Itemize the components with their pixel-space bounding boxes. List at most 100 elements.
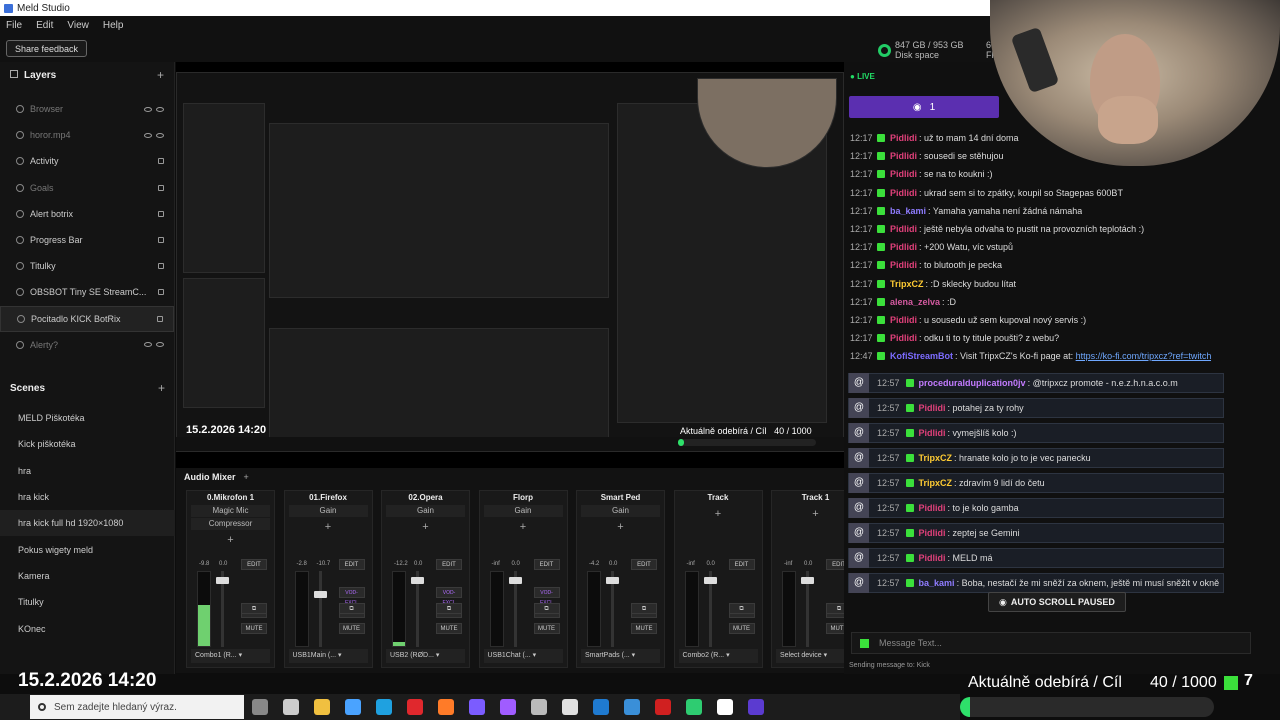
add-effect-button[interactable]: + [675,505,762,523]
message-user[interactable]: Pidlidi [919,528,946,538]
message-user[interactable]: alena_zelva [890,296,940,308]
visibility-icon[interactable] [156,106,164,112]
app-icon[interactable] [655,699,671,715]
fader-knob[interactable] [216,576,229,584]
add-scene-button[interactable]: + [158,381,165,395]
lock-icon[interactable] [158,158,164,165]
lock-icon[interactable] [158,263,164,270]
auto-scroll-paused-button[interactable]: ◉ AUTO SCROLL PAUSED [988,592,1126,612]
scene-item[interactable]: MELD Piškotéka [0,405,175,431]
channel-name[interactable]: Smart Ped [577,491,664,505]
visibility-icon[interactable] [156,132,164,138]
menu-help[interactable]: Help [103,20,124,31]
channel-name[interactable]: 01.Firefox [285,491,372,505]
scene-item[interactable]: hra [0,458,175,484]
message-user[interactable]: Pidlidi [890,150,917,162]
channel-name[interactable]: Track [675,491,762,505]
app-icon[interactable] [717,699,733,715]
channel-name[interactable]: 0.Mikrofon 1 [187,491,274,505]
scene-item[interactable]: KOnec [0,615,175,641]
scene-item[interactable]: Kamera [0,563,175,589]
channel-name[interactable]: 02.Opera [382,491,469,505]
edit-button[interactable]: EDIT [241,559,267,570]
app-icon[interactable] [593,699,609,715]
chat-message-card[interactable]: @12:57 TripxCZ: zdravím 9 lidí do četu [848,473,1224,494]
add-effect-button[interactable]: + [285,518,372,536]
mention-icon[interactable]: @ [849,498,869,519]
message-user[interactable]: Pidlidi [919,428,946,438]
chat-message-card[interactable]: @12:57 ba_kami: Boba, nestačí že mi sněží… [848,573,1224,594]
app-icon[interactable] [500,699,516,715]
scene-item[interactable]: Pokus wigety meld [0,536,175,562]
mute-button[interactable]: MUTE [826,623,844,634]
volume-fader[interactable] [411,571,424,647]
message-user[interactable]: TripxCZ [919,453,953,463]
channel-effect[interactable]: Gain [483,505,563,517]
mention-icon[interactable]: @ [849,473,869,494]
link-icon[interactable]: ⧉ [728,603,755,614]
message-user[interactable]: Pidlidi [890,332,917,344]
task-view-icon[interactable] [252,699,268,715]
volume-fader[interactable] [703,571,717,647]
link-icon[interactable]: ⧉ [631,603,657,614]
message-user[interactable]: KofiStreamBot [890,350,953,362]
scene-item[interactable]: Titulky [0,589,175,615]
add-effect-button[interactable]: + [382,518,469,536]
message-user[interactable]: Pidlidi [919,553,946,563]
message-user[interactable]: Pidlidi [919,403,946,413]
cortana-icon[interactable] [283,699,299,715]
device-select[interactable]: USB1Main (... ▾ [288,649,368,663]
chat-messages[interactable]: 12:17 Pidlidi: už to mam 14 dní doma 12:17… [844,132,1264,598]
fader-knob[interactable] [508,576,522,584]
channel-effect[interactable]: Gain [288,505,368,517]
fader-knob[interactable] [411,576,424,584]
share-feedback-button[interactable]: Share feedback [6,40,88,57]
link-icon[interactable]: ⧉ [241,603,267,614]
mute-button[interactable]: MUTE [338,623,365,634]
channel-effect[interactable]: Gain [581,505,660,517]
app-icon[interactable] [624,699,640,715]
volume-fader[interactable] [508,571,522,647]
message-user[interactable]: Pidlidi [890,223,917,235]
device-select[interactable]: Combo1 (R... ▾ [191,649,270,663]
scene-item[interactable]: Kick piškotéka [0,431,175,457]
message-user[interactable]: TripxCZ [919,478,953,488]
message-user[interactable]: Pidlidi [890,132,917,144]
volume-fader[interactable] [801,571,814,647]
layer-item[interactable]: OBSBOT Tiny SE StreamC... [0,279,174,305]
chat-message-card[interactable]: @12:57 Pidlidi: to je kolo gamba [848,498,1224,519]
channel-effect[interactable]: Magic Mic [191,505,270,517]
message-user[interactable]: ba_kami [890,205,926,217]
message-user[interactable]: TripxCZ [890,278,924,290]
edge-icon[interactable] [376,699,392,715]
vod-exclude-badge[interactable]: VOD-EXCL [533,587,560,606]
app-icon[interactable] [748,699,764,715]
message-user[interactable]: Pidlidi [890,259,917,271]
layer-item[interactable]: Activity [0,148,174,174]
menu-view[interactable]: View [67,20,89,31]
chat-message-card[interactable]: @12:57 Pidlidi: MELD má [848,548,1224,569]
hidden-icon[interactable] [144,106,152,112]
chat-message-card[interactable]: @12:57 Pidlidi: zeptej se Gemini [848,523,1224,544]
channel-effect[interactable]: Compressor [191,518,270,530]
opera-icon[interactable] [407,699,423,715]
chat-message-card[interactable]: @12:57 Pidlidi: potahej za ty rohy [848,398,1224,419]
mention-icon[interactable]: @ [849,398,869,419]
mute-button[interactable]: MUTE [533,623,560,634]
menu-file[interactable]: File [6,20,22,31]
message-input[interactable]: Message Text... [851,632,1251,654]
volume-fader[interactable] [216,571,229,647]
fader-knob[interactable] [801,576,814,584]
volume-fader[interactable] [313,571,327,647]
lock-icon[interactable] [158,289,164,296]
stream-preview[interactable] [176,62,844,468]
link-icon[interactable]: ⧉ [826,603,844,614]
message-user[interactable]: proceduralduplication0jv [919,378,1026,388]
channel-effect[interactable]: Gain [386,505,465,517]
mention-icon[interactable]: @ [849,423,869,444]
chat-message-card[interactable]: @12:57 TripxCZ: hranate kolo jo to je vec… [848,448,1224,469]
mention-icon[interactable]: @ [849,523,869,544]
mention-icon[interactable]: @ [849,373,869,394]
vod-exclude-badge[interactable]: VOD-EXCL [338,587,365,606]
layer-item[interactable]: Titulky [0,253,174,279]
